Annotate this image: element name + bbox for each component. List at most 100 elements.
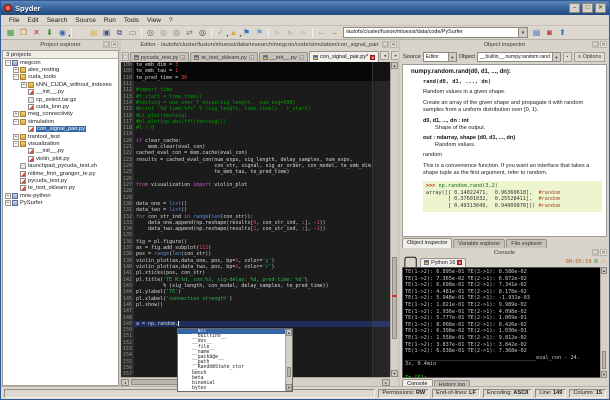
step-return-icon[interactable]: ▹	[298, 27, 310, 38]
tab-object-inspector[interactable]: Object inspector	[402, 238, 452, 248]
collapse-icon[interactable]: −	[13, 74, 19, 80]
find-previous-icon[interactable]: ◎	[171, 27, 183, 38]
chevron-down-icon[interactable]: ▾	[449, 52, 457, 62]
menu-help[interactable]: ?	[165, 16, 177, 25]
tree-item[interactable]: −visualization	[3, 140, 118, 147]
debug-icon[interactable]: ▹	[272, 27, 284, 38]
expand-icon[interactable]: +	[21, 82, 27, 88]
scroll-down-arrow[interactable]: ▼	[601, 371, 607, 378]
menu-file[interactable]: File	[5, 16, 23, 25]
tree-item[interactable]: cp_select.tar.gz	[3, 96, 118, 103]
console-tab-python[interactable]: Python 16 ✕	[420, 258, 466, 267]
close-icon[interactable]: ✕	[390, 41, 397, 48]
undock-icon[interactable]: ❏	[382, 41, 389, 48]
expand-icon[interactable]: +	[13, 134, 19, 140]
scroll-down-arrow[interactable]: ▼	[286, 384, 292, 391]
close-icon[interactable]: ✕	[299, 55, 304, 60]
chevron-down-icon[interactable]: ▾	[519, 27, 528, 38]
expand-icon[interactable]: +	[13, 111, 19, 117]
run-icon[interactable]: ✓▾	[215, 27, 227, 38]
undock-icon[interactable]: ❏	[592, 249, 599, 256]
lock-icon[interactable]: ▪	[563, 52, 572, 62]
editor-tab[interactable]: con_signal_pair.py*✕	[309, 51, 380, 62]
menu-search[interactable]: Search	[43, 16, 72, 25]
undock-icon[interactable]: ❏	[592, 41, 599, 48]
expand-icon[interactable]: +	[13, 67, 19, 73]
close-pane-icon[interactable]: ✕	[31, 27, 43, 38]
tree-item[interactable]: +mne-python	[3, 192, 118, 199]
collapse-icon[interactable]: −	[5, 60, 11, 66]
scroll-up-arrow[interactable]: ▲	[286, 329, 292, 336]
tab-file-explorer[interactable]: File explorer	[506, 239, 547, 248]
save-icon[interactable]: ▣	[101, 27, 113, 38]
scroll-down-arrow[interactable]: ▼	[391, 370, 398, 377]
tree-item[interactable]: launchpad_pycuda_test.sh	[3, 162, 118, 169]
expand-icon[interactable]: +	[5, 200, 11, 206]
menu-view[interactable]: View	[143, 16, 165, 25]
tree-item[interactable]: nitime_fmri_granger_te.py	[3, 170, 118, 177]
chevron-down-icon[interactable]: ▾	[553, 52, 561, 62]
tree-item[interactable]: −simulation	[3, 118, 118, 125]
file-switcher-icon[interactable]: ▢	[122, 52, 129, 61]
expand-icon[interactable]: +	[5, 193, 11, 199]
replace-icon[interactable]: ⇄	[184, 27, 196, 38]
forward-icon[interactable]: →	[329, 27, 341, 38]
tab-variable-explorer[interactable]: Variable explorer	[453, 239, 505, 248]
open-file-icon[interactable]: ▤	[88, 27, 100, 38]
step-into-icon[interactable]: ▹	[285, 27, 297, 38]
scroll-right-arrow[interactable]: ▸	[382, 379, 390, 386]
editor-tab[interactable]: pycuda_test.py✕	[130, 52, 190, 62]
pylint-icon[interactable]: ⚑	[254, 27, 266, 38]
close-icon[interactable]: ✕	[249, 55, 254, 60]
editor-tab[interactable]: te_test_sklearn.py✕	[190, 52, 257, 62]
editor-vertical-scrollbar[interactable]: ▲ ▼	[390, 62, 398, 377]
tree-item[interactable]: __init__.py	[3, 89, 118, 96]
title-bar[interactable]: Spyder – □ ✕	[1, 1, 609, 15]
project-tree[interactable]: −megcon+alex_resting−cuda_tools+kNN_CUDA…	[2, 59, 119, 386]
menu-source[interactable]: Source	[71, 16, 100, 25]
scrollbar-thumb[interactable]	[287, 367, 291, 377]
tree-item[interactable]: +trantool_test	[3, 133, 118, 140]
console-scrollbar[interactable]: ▲ ▼	[600, 267, 607, 378]
profiler-icon[interactable]: ⚑	[241, 27, 253, 38]
tree-item[interactable]: violin_plot.py	[3, 155, 118, 162]
options-button[interactable]: ≡ Options	[574, 52, 605, 62]
set-console-directory-icon[interactable]: ◙	[544, 27, 556, 38]
find-icon[interactable]: ◎	[145, 27, 157, 38]
save-session-icon[interactable]: ⬇	[44, 27, 56, 38]
layout-icon[interactable]: ▦	[5, 27, 17, 38]
print-icon[interactable]: ▭	[127, 27, 139, 38]
working-directory-combo[interactable]: /autofs/cluster/fusion/mluessi/data/code…	[343, 27, 528, 38]
tree-item[interactable]: cuda_knn.py	[3, 103, 118, 110]
parent-directory-icon[interactable]: ⬆	[557, 27, 569, 38]
close-icon[interactable]: ✕	[600, 41, 607, 48]
tree-item[interactable]: −megcon	[3, 59, 118, 66]
completion-item[interactable]: bytes	[178, 386, 285, 391]
tree-item[interactable]: pycuda_test.py	[3, 177, 118, 184]
scroll-up-arrow[interactable]: ▲	[391, 62, 398, 69]
new-file-icon[interactable]: □	[75, 27, 87, 38]
tree-item[interactable]: con_signal_pair.py	[3, 126, 118, 133]
close-icon[interactable]: ✕	[600, 249, 607, 256]
warning-icon[interactable]: ⚠	[601, 258, 606, 266]
tree-item[interactable]: +kNN_CUDA_without_indexes	[3, 81, 118, 88]
completion-scrollbar[interactable]: ▲ ▼	[285, 329, 292, 391]
maximize-pane-icon[interactable]: ❐	[18, 27, 30, 38]
tree-item[interactable]: __init__.py	[3, 148, 118, 155]
preferences-icon[interactable]: ◉▾	[57, 27, 69, 38]
close-icon[interactable]: ✕	[457, 260, 462, 265]
close-button[interactable]: ✕	[595, 3, 606, 13]
menu-run[interactable]: Run	[100, 16, 120, 25]
collapse-icon[interactable]: −	[13, 141, 19, 147]
back-icon[interactable]: ←	[316, 27, 328, 38]
tree-item[interactable]: +meg_connectivity	[3, 111, 118, 118]
browse-directory-icon[interactable]: ▤	[531, 27, 543, 38]
scrollbar-thumb[interactable]	[392, 257, 397, 339]
tree-item[interactable]: te_test_sklearn.py	[3, 185, 118, 192]
source-combo[interactable]: Editor ▾	[423, 52, 457, 62]
collapse-icon[interactable]: −	[13, 119, 19, 125]
scroll-left-arrow[interactable]: ◂	[121, 379, 129, 386]
minimize-button[interactable]: –	[569, 3, 580, 13]
menu-tools[interactable]: Tools	[120, 16, 143, 25]
tree-item[interactable]: +alex_resting	[3, 66, 118, 73]
